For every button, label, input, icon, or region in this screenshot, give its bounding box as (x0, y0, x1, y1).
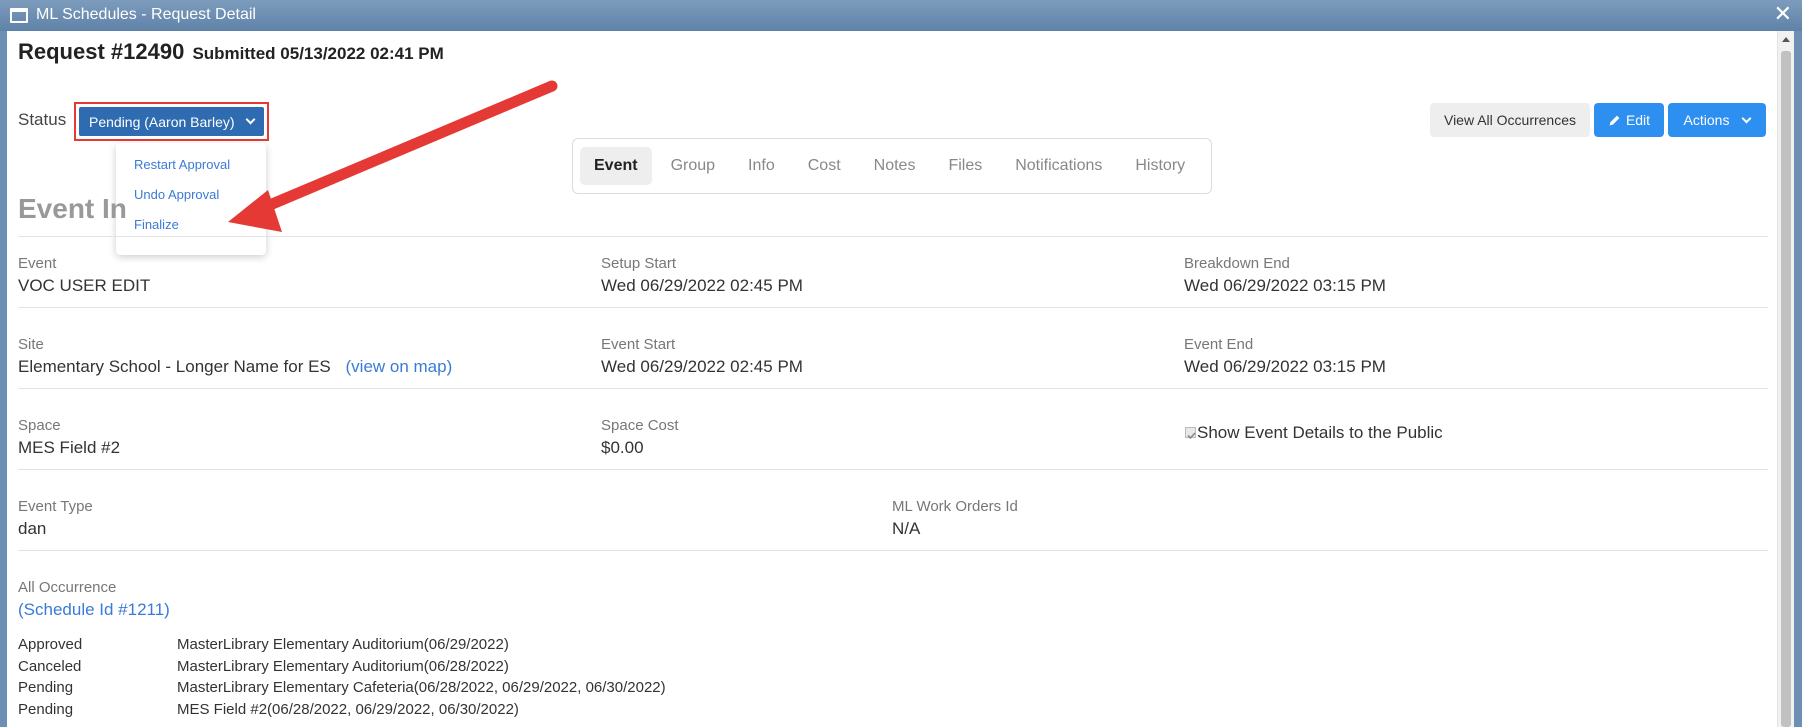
occurrence-status: Pending (18, 700, 74, 718)
event-value: VOC USER EDIT (18, 276, 151, 295)
all-occurrence-label: All Occurrence (18, 579, 117, 596)
view-on-map-link[interactable]: (view on map) (346, 357, 453, 376)
window-titlebar: ML Schedules - Request Detail ✕ (0, 0, 1802, 31)
tab-notes[interactable]: Notes (860, 147, 930, 185)
status-menu: Restart Approval Undo Approval Finalize (116, 143, 266, 255)
view-all-occurrences-button[interactable]: View All Occurrences (1430, 103, 1590, 137)
menu-item-undo-approval[interactable]: Undo Approval (116, 187, 266, 217)
request-number: Request #12490 (18, 39, 185, 64)
list-item: Approved MasterLibrary Elementary Audito… (18, 636, 666, 658)
tab-info[interactable]: Info (734, 147, 789, 185)
occurrence-detail: MES Field #2(06/28/2022, 06/29/2022, 06/… (177, 700, 519, 718)
event-end-label: Event End (1184, 336, 1254, 353)
occurrence-detail: MasterLibrary Elementary Auditorium(06/2… (177, 636, 509, 653)
close-icon[interactable]: ✕ (1774, 3, 1792, 25)
site-name: Elementary School - Longer Name for ES (18, 357, 331, 376)
menu-item-finalize[interactable]: Finalize (116, 217, 266, 247)
tab-bar: Event Group Info Cost Notes Files Notifi… (572, 138, 1212, 194)
setup-start-value: Wed 06/29/2022 02:45 PM (601, 276, 803, 295)
list-item: Canceled MasterLibrary Elementary Audito… (18, 658, 666, 680)
actions-label: Actions (1683, 112, 1730, 128)
status-dropdown-button[interactable]: Pending (Aaron Barley) (79, 107, 264, 136)
window-title: ML Schedules - Request Detail (36, 6, 256, 23)
divider (18, 388, 1768, 389)
tab-files[interactable]: Files (934, 147, 996, 185)
breakdown-end-value: Wed 06/29/2022 03:15 PM (1184, 276, 1386, 295)
occurrence-detail: MasterLibrary Elementary Auditorium(06/2… (177, 657, 509, 675)
actions-button[interactable]: Actions (1668, 103, 1766, 137)
schedule-id-link[interactable]: (Schedule Id #1211) (18, 600, 170, 620)
event-start-value: Wed 06/29/2022 02:45 PM (601, 357, 803, 376)
site-label: Site (18, 336, 44, 353)
show-public-label: Show Event Details to the Public (1197, 423, 1443, 442)
work-orders-value: N/A (892, 519, 921, 538)
scroll-up-icon[interactable] (1782, 37, 1790, 42)
menu-item-restart-approval[interactable]: Restart Approval (116, 157, 266, 187)
event-type-label: Event Type (18, 498, 93, 515)
status-highlight-box: Pending (Aaron Barley) (74, 102, 269, 141)
status-value: Pending (Aaron Barley) (89, 113, 235, 130)
event-type-value: dan (18, 519, 47, 538)
list-item: Pending MasterLibrary Elementary Cafeter… (18, 679, 666, 701)
divider (18, 550, 1768, 551)
section-title: Event In (18, 193, 127, 224)
space-label: Space (18, 417, 61, 434)
tab-notifications[interactable]: Notifications (1001, 147, 1116, 185)
window-icon (10, 8, 28, 23)
occurrence-status: Pending (18, 679, 74, 696)
edit-button[interactable]: Edit (1594, 103, 1664, 137)
divider (18, 236, 1768, 237)
list-item: Pending MES Field #2(06/28/2022, 06/29/2… (18, 701, 666, 723)
space-cost-value: $0.00 (601, 438, 644, 457)
submitted-date: Submitted 05/13/2022 02:41 PM (192, 44, 444, 63)
page-title: Request #12490 Submitted 05/13/2022 02:4… (18, 39, 444, 65)
show-public-checkbox[interactable] (1185, 427, 1196, 440)
occurrence-status: Approved (18, 636, 83, 653)
event-start-label: Event Start (601, 336, 676, 353)
event-label: Event (18, 255, 57, 272)
divider (18, 469, 1768, 470)
tab-history[interactable]: History (1121, 147, 1199, 185)
tab-event[interactable]: Event (580, 147, 652, 185)
space-value: MES Field #2 (18, 438, 121, 457)
request-detail-panel: Request #12490 Submitted 05/13/2022 02:4… (7, 31, 1794, 727)
edit-label: Edit (1625, 112, 1651, 128)
tab-group[interactable]: Group (657, 147, 729, 185)
chevron-down-icon (1742, 113, 1752, 123)
scrollbar-thumb[interactable] (1781, 51, 1791, 727)
site-value: Elementary School - Longer Name for ES (… (18, 357, 452, 377)
occurrence-detail: MasterLibrary Elementary Cafeteria(06/28… (177, 679, 666, 696)
setup-start-label: Setup Start (601, 255, 677, 272)
status-label: Status (18, 110, 67, 129)
pencil-icon (1609, 115, 1620, 125)
event-end-value: Wed 06/29/2022 03:15 PM (1184, 357, 1386, 376)
breakdown-end-label: Breakdown End (1184, 255, 1290, 272)
occurrence-status: Canceled (18, 657, 82, 675)
space-cost-label: Space Cost (601, 417, 679, 434)
chevron-down-icon (245, 114, 255, 125)
work-orders-label: ML Work Orders Id (892, 498, 1018, 515)
tab-cost[interactable]: Cost (794, 147, 855, 185)
occurrence-list: Approved MasterLibrary Elementary Audito… (18, 636, 666, 722)
scrollbar[interactable] (1777, 31, 1794, 727)
divider (18, 307, 1768, 308)
